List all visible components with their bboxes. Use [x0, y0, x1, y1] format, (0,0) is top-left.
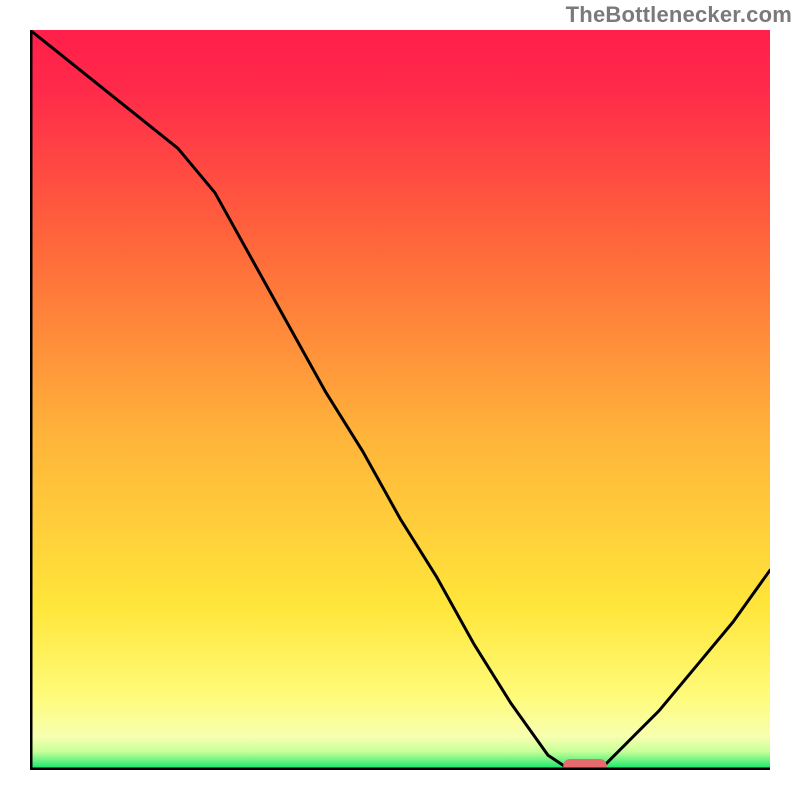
bottleneck-chart — [30, 30, 770, 770]
attribution-label: TheBottlenecker.com — [566, 2, 792, 28]
chart-svg — [30, 30, 770, 770]
chart-background — [30, 30, 770, 770]
